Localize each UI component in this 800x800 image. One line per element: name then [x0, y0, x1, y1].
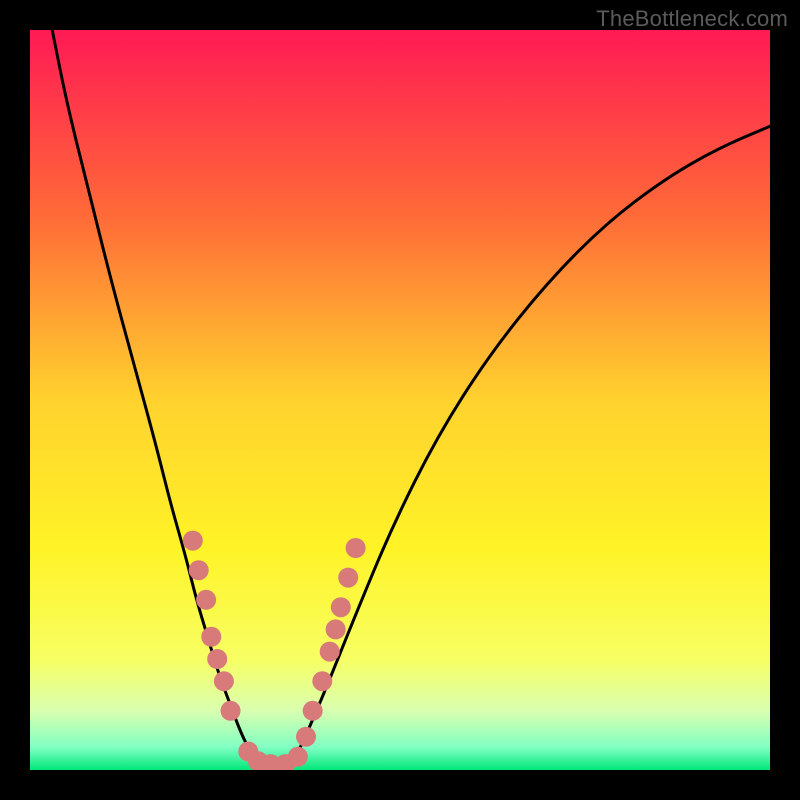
data-dot	[196, 590, 216, 610]
data-dot	[207, 649, 227, 669]
data-dot	[346, 538, 366, 558]
data-dot	[201, 627, 221, 647]
data-dot	[296, 727, 316, 747]
chart-frame: TheBottleneck.com	[0, 0, 800, 800]
data-dot	[326, 619, 346, 639]
data-dot	[312, 671, 332, 691]
data-dot	[288, 747, 308, 767]
curve-right-branch	[289, 126, 770, 770]
watermark-text: TheBottleneck.com	[596, 6, 788, 32]
data-dot	[338, 568, 358, 588]
curve-left-branch	[52, 30, 263, 770]
data-dot	[189, 560, 209, 580]
plot-area	[30, 30, 770, 770]
data-dot	[221, 701, 241, 721]
data-dot	[183, 531, 203, 551]
data-dot	[320, 642, 340, 662]
data-dot	[303, 701, 323, 721]
data-dot	[214, 671, 234, 691]
curve-svg	[30, 30, 770, 770]
data-dot	[331, 597, 351, 617]
